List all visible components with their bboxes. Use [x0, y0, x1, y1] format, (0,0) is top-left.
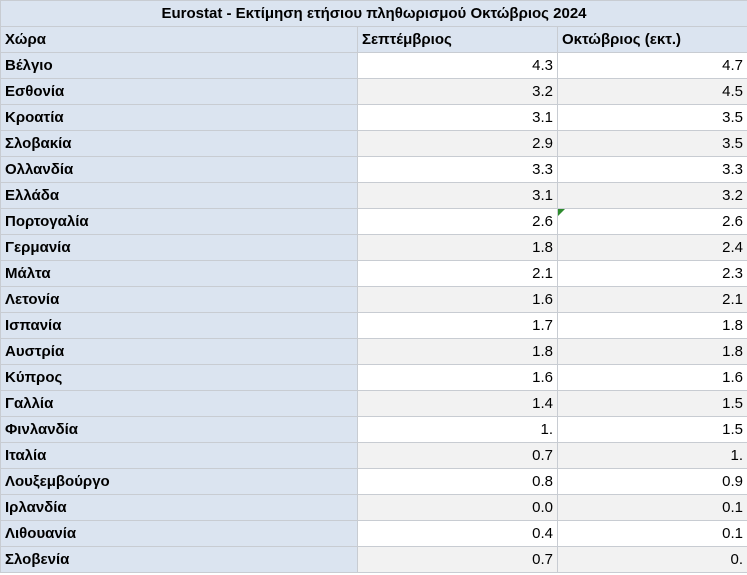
- september-value-cell: 0.7: [357, 546, 558, 573]
- country-cell: Φινλανδία: [0, 416, 358, 443]
- october-value-cell: 4.5: [556, 78, 747, 105]
- october-value-cell: 2.4: [556, 234, 747, 261]
- table-row: Λιθουανία 0.4 0.1: [0, 520, 747, 547]
- september-value-cell: 3.1: [357, 182, 558, 209]
- country-cell: Βέλγιο: [0, 52, 358, 79]
- september-value-cell: 0.0: [357, 494, 558, 521]
- october-value-cell: 1.8: [556, 338, 747, 365]
- country-cell: Σλοβακία: [0, 130, 358, 157]
- country-cell: Λιθουανία: [0, 520, 358, 547]
- september-value-cell: 0.7: [357, 442, 558, 469]
- column-header-september: Σεπτέμβριος: [357, 26, 558, 53]
- column-header-country: Χώρα: [0, 26, 358, 53]
- october-value-cell: 1.: [556, 442, 747, 469]
- table-row: Πορτογαλία 2.6 2.6: [0, 208, 747, 235]
- september-value-cell: 2.1: [357, 260, 558, 287]
- october-value-cell: 3.3: [556, 156, 747, 183]
- table-row: Βέλγιο 4.3 4.7: [0, 52, 747, 79]
- september-value-cell: 3.3: [357, 156, 558, 183]
- september-value-cell: 2.6: [357, 208, 558, 235]
- table-row: Κροατία 3.1 3.5: [0, 104, 747, 131]
- country-cell: Εσθονία: [0, 78, 358, 105]
- october-value-cell: 2.6: [556, 208, 747, 235]
- table-row: Λετονία 1.6 2.1: [0, 286, 747, 313]
- table-row: Ολλανδία 3.3 3.3: [0, 156, 747, 183]
- country-cell: Αυστρία: [0, 338, 358, 365]
- country-cell: Ολλανδία: [0, 156, 358, 183]
- september-value-cell: 0.8: [357, 468, 558, 495]
- table-row: Ισπανία 1.7 1.8: [0, 312, 747, 339]
- september-value-cell: 3.1: [357, 104, 558, 131]
- table-row: Κύπρος 1.6 1.6: [0, 364, 747, 391]
- table-row: Γαλλία 1.4 1.5: [0, 390, 747, 417]
- october-value-cell: 3.5: [556, 130, 747, 157]
- table-row: Γερμανία 1.8 2.4: [0, 234, 747, 261]
- table-row: Ελλάδα 3.1 3.2: [0, 182, 747, 209]
- september-value-cell: 4.3: [357, 52, 558, 79]
- october-value-cell: 3.5: [556, 104, 747, 131]
- september-value-cell: 1.7: [357, 312, 558, 339]
- october-value-cell: 0.: [556, 546, 747, 573]
- october-value-cell: 0.1: [556, 520, 747, 547]
- october-value-cell: 3.2: [556, 182, 747, 209]
- country-cell: Σλοβενία: [0, 546, 358, 573]
- october-value-cell: 1.6: [556, 364, 747, 391]
- table-row: Σλοβενία 0.7 0.: [0, 546, 747, 573]
- table-row: Αυστρία 1.8 1.8: [0, 338, 747, 365]
- september-value-cell: 1.4: [357, 390, 558, 417]
- country-cell: Ιρλανδία: [0, 494, 358, 521]
- october-value-cell: 1.8: [556, 312, 747, 339]
- table-row: Ιρλανδία 0.0 0.1: [0, 494, 747, 521]
- country-cell: Μάλτα: [0, 260, 358, 287]
- september-value-cell: 1.8: [357, 338, 558, 365]
- october-value-cell: 0.1: [556, 494, 747, 521]
- table-row: Εσθονία 3.2 4.5: [0, 78, 747, 105]
- october-value-cell: 1.5: [556, 390, 747, 417]
- table-title: Eurostat - Εκτίμηση ετήσιου πληθωρισμού …: [0, 0, 747, 27]
- table-row: Φινλανδία 1. 1.5: [0, 416, 747, 443]
- country-cell: Κροατία: [0, 104, 358, 131]
- country-cell: Ελλάδα: [0, 182, 358, 209]
- september-value-cell: 1.: [357, 416, 558, 443]
- october-value-cell: 0.9: [556, 468, 747, 495]
- september-value-cell: 1.6: [357, 364, 558, 391]
- country-cell: Ιταλία: [0, 442, 358, 469]
- october-value-cell: 2.3: [556, 260, 747, 287]
- september-value-cell: 0.4: [357, 520, 558, 547]
- column-header-october: Οκτώβριος (εκτ.): [556, 26, 747, 53]
- country-cell: Γερμανία: [0, 234, 358, 261]
- country-cell: Κύπρος: [0, 364, 358, 391]
- september-value-cell: 1.6: [357, 286, 558, 313]
- inflation-table: Eurostat - Εκτίμηση ετήσιου πληθωρισμού …: [0, 0, 747, 573]
- country-cell: Λετονία: [0, 286, 358, 313]
- country-cell: Γαλλία: [0, 390, 358, 417]
- country-cell: Λουξεμβούργο: [0, 468, 358, 495]
- september-value-cell: 3.2: [357, 78, 558, 105]
- september-value-cell: 1.8: [357, 234, 558, 261]
- country-cell: Πορτογαλία: [0, 208, 358, 235]
- october-value-cell: 4.7: [556, 52, 747, 79]
- table-row: Μάλτα 2.1 2.3: [0, 260, 747, 287]
- table-row: Ιταλία 0.7 1.: [0, 442, 747, 469]
- september-value-cell: 2.9: [357, 130, 558, 157]
- october-value-cell: 2.1: [556, 286, 747, 313]
- table-row: Σλοβακία 2.9 3.5: [0, 130, 747, 157]
- country-cell: Ισπανία: [0, 312, 358, 339]
- october-value-cell: 1.5: [556, 416, 747, 443]
- table-row: Λουξεμβούργο 0.8 0.9: [0, 468, 747, 495]
